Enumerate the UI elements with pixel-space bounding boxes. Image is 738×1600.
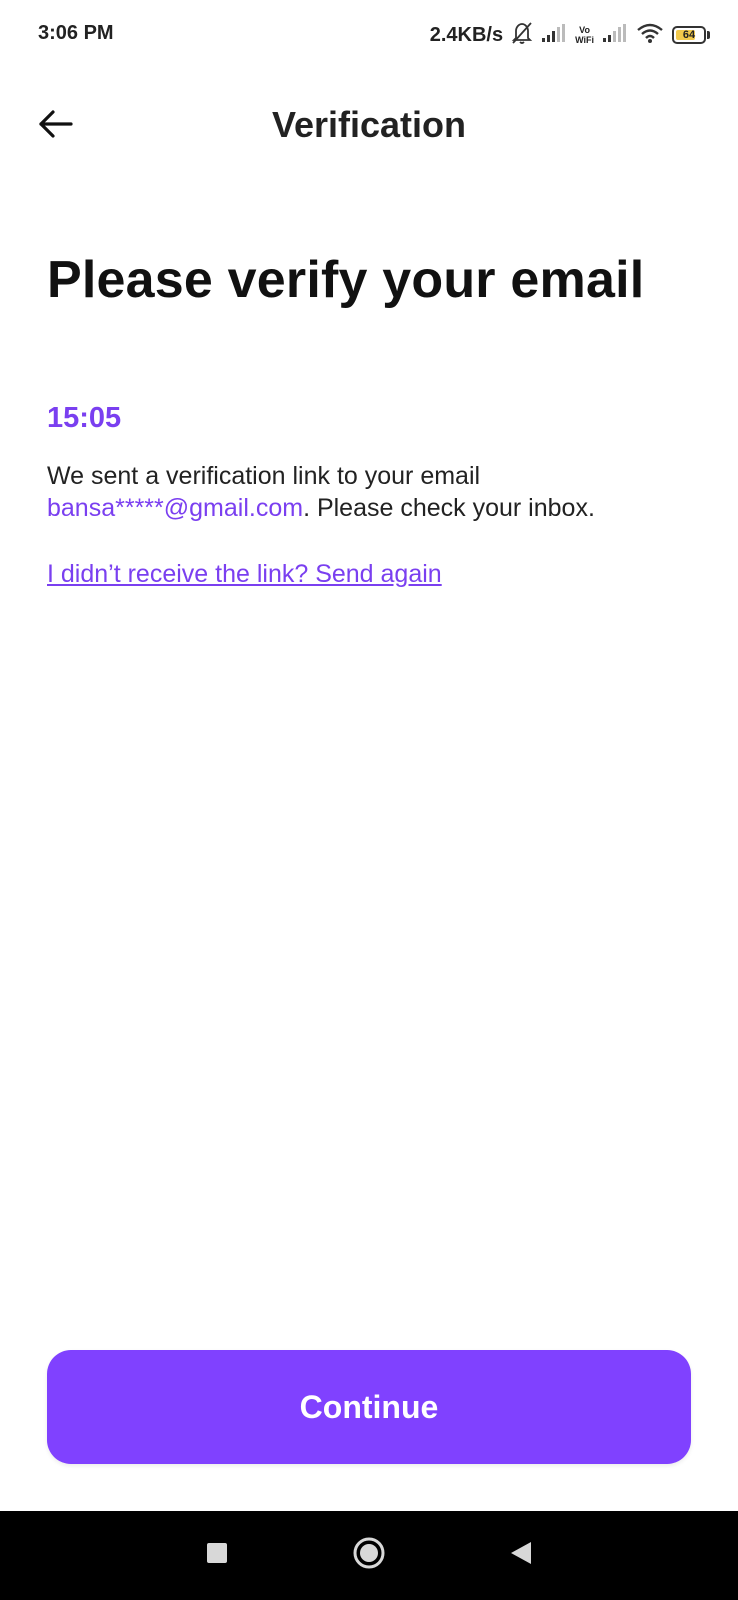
wifi-icon [636, 22, 664, 49]
status-icons: 2.4KB/s Vo WiFi 64 [430, 20, 710, 50]
system-nav-bar [0, 1511, 738, 1600]
vowifi-bottom-label: WiFi [575, 35, 594, 45]
verification-info: We sent a verification link to your emai… [47, 460, 707, 524]
resend-link[interactable]: I didn’t receive the link? Send again [47, 560, 442, 589]
back-icon [509, 1540, 533, 1571]
status-bar: 3:06 PM 2.4KB/s Vo WiFi 64 [0, 0, 738, 70]
battery-icon: 64 [672, 26, 710, 44]
page-title: Verification [271, 104, 467, 145]
bell-off-icon [511, 21, 533, 50]
recent-apps-icon [206, 1542, 228, 1569]
nav-back-button[interactable] [499, 1533, 543, 1577]
verification-screen: 3:06 PM 2.4KB/s Vo WiFi 64 Verification … [0, 0, 738, 1600]
battery-body: 64 [672, 26, 706, 44]
home-button[interactable] [347, 1533, 391, 1577]
masked-email: bansa*****@gmail.com [47, 494, 304, 522]
heading: Please verify your email [47, 251, 645, 309]
signal-icon [541, 23, 567, 48]
continue-button[interactable]: Continue [47, 1350, 691, 1464]
recent-apps-button[interactable] [195, 1533, 239, 1577]
countdown-timer: 15:05 [47, 402, 122, 434]
home-icon [352, 1536, 386, 1575]
battery-cap [707, 31, 710, 39]
info-suffix: . Please check your inbox. [303, 494, 595, 522]
network-speed: 2.4KB/s [429, 23, 504, 46]
status-time: 3:06 PM [38, 22, 114, 44]
signal-icon [602, 23, 628, 48]
vowifi-icon: Vo WiFi [575, 25, 594, 45]
vowifi-top-label: Vo [579, 25, 590, 35]
battery-level: 64 [682, 29, 696, 41]
info-prefix: We sent a verification link to your emai… [47, 462, 481, 490]
app-bar: Verification [0, 80, 738, 172]
